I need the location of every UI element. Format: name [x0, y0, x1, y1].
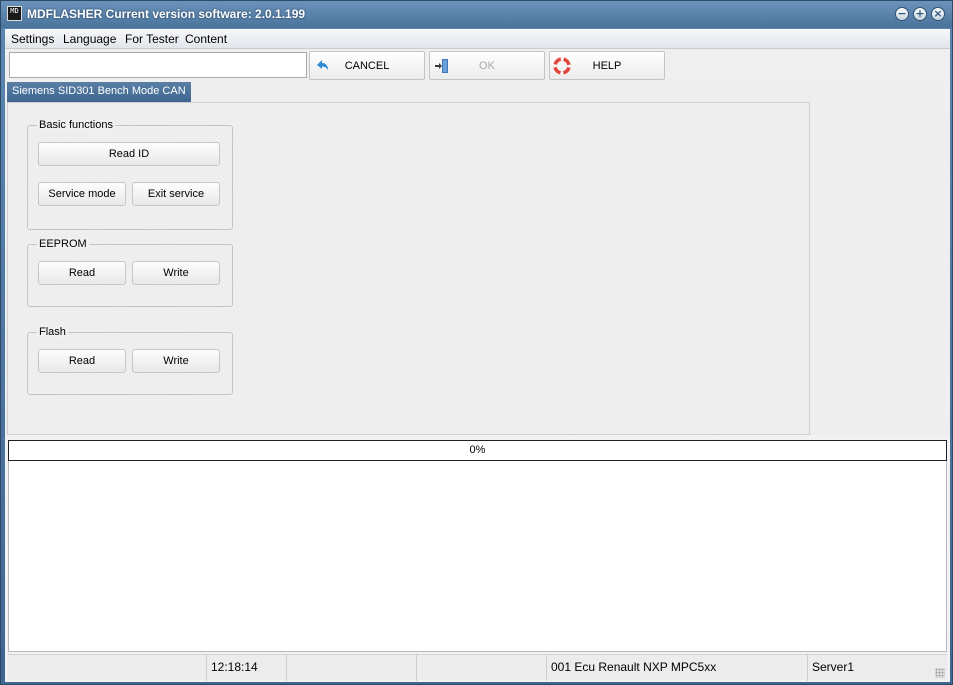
group-title: Flash — [37, 326, 68, 338]
maximize-button[interactable]: + — [913, 7, 927, 21]
menu-settings[interactable]: Settings — [11, 32, 54, 46]
eeprom-write-button[interactable]: Write — [132, 261, 220, 285]
client-area: Settings Language For Tester Content CAN… — [5, 29, 950, 682]
minimize-button[interactable]: − — [895, 7, 909, 21]
status-cell-empty — [287, 655, 417, 681]
close-button[interactable]: × — [931, 7, 945, 21]
functions-panel: Basic functions Read ID Service mode Exi… — [7, 102, 810, 435]
menu-for-tester[interactable]: For Tester — [125, 32, 179, 46]
status-server: Server1 — [812, 660, 855, 674]
status-cell-empty — [8, 655, 207, 681]
status-bar: 12:18:14 001 Ecu Renault NXP MPC5xx Serv… — [8, 654, 947, 681]
log-area[interactable] — [8, 461, 947, 652]
group-eeprom: EEPROM Read Write — [27, 238, 233, 307]
cancel-label: CANCEL — [344, 60, 390, 72]
cancel-button[interactable]: CANCEL — [309, 51, 425, 80]
command-input[interactable] — [9, 52, 307, 78]
eeprom-read-button[interactable]: Read — [38, 261, 126, 285]
menu-language[interactable]: Language — [63, 32, 116, 46]
exit-service-button[interactable]: Exit service — [132, 182, 220, 206]
flash-read-button[interactable]: Read — [38, 349, 126, 373]
menu-bar: Settings Language For Tester Content — [5, 29, 950, 49]
group-basic-functions: Basic functions Read ID Service mode Exi… — [27, 119, 233, 230]
toolbar: CANCEL OK HELP — [5, 49, 950, 82]
service-mode-button[interactable]: Service mode — [38, 182, 126, 206]
status-time: 12:18:14 — [207, 655, 287, 681]
menu-content[interactable]: Content — [185, 32, 227, 46]
title-bar[interactable]: MD MDFLASHER Current version software: 2… — [1, 1, 952, 28]
app-logo-icon: MD — [7, 6, 22, 21]
progress-text: 0% — [469, 444, 486, 456]
ok-label: OK — [479, 60, 495, 72]
progress-bar: 0% — [8, 440, 947, 461]
group-title: Basic functions — [37, 119, 115, 131]
read-id-button[interactable]: Read ID — [38, 142, 220, 166]
flash-write-button[interactable]: Write — [132, 349, 220, 373]
group-title: EEPROM — [37, 238, 89, 250]
window-title: MDFLASHER Current version software: 2.0.… — [27, 7, 306, 21]
help-label: HELP — [592, 60, 622, 72]
ok-button[interactable]: OK — [429, 51, 545, 80]
tab-siemens-sid301[interactable]: Siemens SID301 Bench Mode CAN — [7, 82, 191, 102]
app-window: MD MDFLASHER Current version software: 2… — [0, 0, 953, 685]
main-content: Siemens SID301 Bench Mode CAN Basic func… — [5, 82, 950, 435]
help-button[interactable]: HELP — [549, 51, 665, 80]
status-cell-empty — [417, 655, 547, 681]
group-flash: Flash Read Write — [27, 326, 233, 395]
resize-grip-icon[interactable] — [935, 668, 945, 678]
status-ecu: 001 Ecu Renault NXP MPC5xx — [547, 655, 808, 681]
